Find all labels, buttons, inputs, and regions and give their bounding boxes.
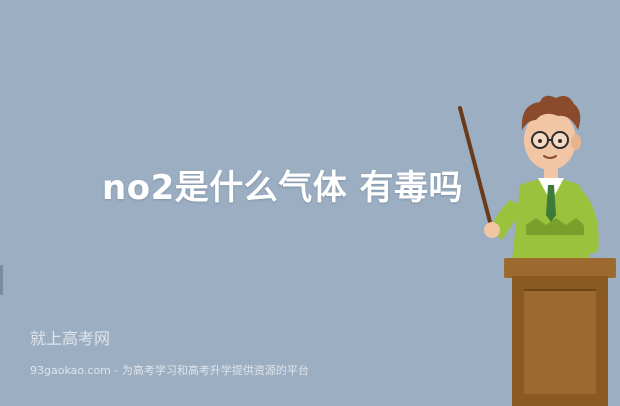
edge-mark bbox=[0, 265, 3, 295]
pointer-stick bbox=[458, 106, 492, 224]
lectern-top bbox=[504, 258, 616, 278]
eye-right bbox=[558, 139, 562, 143]
headline: no2是什么气体 有毒吗 bbox=[102, 168, 464, 208]
eye-left bbox=[538, 139, 542, 143]
sweater-pattern bbox=[526, 218, 584, 235]
lectern-panel bbox=[524, 290, 596, 394]
site-tagline: 93gaokao.com - 为高考学习和高考升学提供资源的平台 bbox=[30, 364, 309, 377]
raised-hand bbox=[484, 222, 500, 238]
teacher-illustration bbox=[458, 95, 616, 406]
ear bbox=[571, 134, 581, 150]
site-name: 就上高考网 bbox=[30, 329, 111, 348]
banner: no2是什么气体 有毒吗 就上高考网 93gaokao.com - 为高考学习和… bbox=[0, 0, 620, 406]
